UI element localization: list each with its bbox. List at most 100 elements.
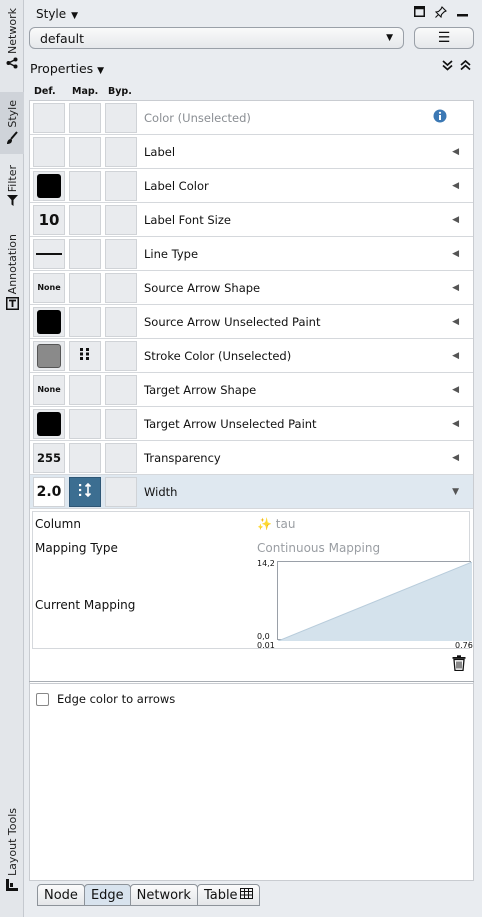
mapping-cell[interactable]: [69, 238, 101, 269]
side-tab-layout-tools[interactable]: Layout Tools: [0, 808, 24, 904]
property-row-target-arrow-paint[interactable]: Target Arrow Unselected Paint ◀: [30, 407, 473, 441]
side-tab-filter[interactable]: Filter: [0, 165, 24, 217]
default-value-cell[interactable]: None: [33, 272, 65, 303]
mapping-cell[interactable]: [69, 374, 101, 405]
edge-color-to-arrows-option[interactable]: Edge color to arrows: [36, 692, 175, 706]
default-value-cell[interactable]: [33, 340, 65, 371]
side-tab-label: Style: [5, 100, 19, 128]
properties-menu[interactable]: Properties ▼: [30, 61, 104, 76]
property-row-source-arrow-paint[interactable]: Source Arrow Unselected Paint ◀: [30, 305, 473, 339]
property-label: Label Font Size: [144, 212, 231, 227]
chevron-left-icon[interactable]: ◀: [452, 351, 459, 361]
chevron-left-icon[interactable]: ◀: [452, 249, 459, 259]
mapping-cell[interactable]: [69, 204, 101, 235]
mapping-cell[interactable]: [69, 170, 101, 201]
float-window-icon[interactable]: [414, 6, 425, 21]
chevron-left-icon[interactable]: ◀: [452, 317, 459, 327]
trash-icon[interactable]: [452, 655, 466, 674]
minimize-icon[interactable]: [457, 6, 468, 21]
expand-all-icon[interactable]: [442, 60, 453, 74]
chevron-down-icon[interactable]: ▼: [452, 487, 459, 497]
bypass-cell[interactable]: [105, 204, 137, 235]
bottom-tabs: Node Edge Network Table: [37, 884, 260, 906]
default-value-cell[interactable]: [33, 102, 65, 133]
chevron-left-icon[interactable]: ◀: [452, 147, 459, 157]
mapping-cell[interactable]: [69, 340, 101, 371]
default-value-cell[interactable]: 255: [33, 442, 65, 473]
info-icon[interactable]: [433, 109, 447, 126]
edge-color-to-arrows-checkbox[interactable]: [36, 692, 49, 706]
options-area: Edge color to arrows: [29, 683, 474, 881]
default-value-cell[interactable]: [33, 170, 65, 201]
bypass-cell[interactable]: [105, 476, 137, 507]
property-row-source-arrow-shape[interactable]: None Source Arrow Shape ◀: [30, 271, 473, 305]
property-row-target-arrow-shape[interactable]: None Target Arrow Shape ◀: [30, 373, 473, 407]
mapping-cell[interactable]: [69, 136, 101, 167]
property-row-transparency[interactable]: 255 Transparency ◀: [30, 441, 473, 475]
default-value-cell[interactable]: [33, 136, 65, 167]
property-label: Source Arrow Unselected Paint: [144, 314, 321, 329]
property-row-color-unselected[interactable]: Color (Unselected): [30, 101, 473, 135]
default-value-cell[interactable]: 10: [33, 204, 65, 235]
bypass-cell[interactable]: [105, 408, 137, 439]
property-row-line-type[interactable]: Line Type ◀: [30, 237, 473, 271]
bypass-cell[interactable]: [105, 136, 137, 167]
style-select[interactable]: default ▼: [29, 27, 404, 49]
chevron-left-icon[interactable]: ◀: [452, 385, 459, 395]
color-swatch: [37, 309, 61, 334]
chevron-left-icon[interactable]: ◀: [452, 453, 459, 463]
panel-title-text: Style: [36, 7, 67, 21]
bypass-cell[interactable]: [105, 272, 137, 303]
tab-table[interactable]: Table: [196, 884, 260, 906]
mapping-cell[interactable]: [69, 442, 101, 473]
mapping-cell[interactable]: [69, 476, 101, 507]
default-value: 10: [38, 210, 60, 229]
bypass-cell[interactable]: [105, 102, 137, 133]
property-row-stroke-color[interactable]: Stroke Color (Unselected) ◀: [30, 339, 473, 373]
column-select[interactable]: ✨ tau: [257, 517, 295, 531]
chevron-left-icon[interactable]: ◀: [452, 283, 459, 293]
bypass-cell[interactable]: [105, 170, 137, 201]
chevron-left-icon[interactable]: ◀: [452, 419, 459, 429]
brush-icon: [6, 130, 18, 148]
mapping-cell[interactable]: [69, 102, 101, 133]
side-tab-annotation[interactable]: Annotation: [0, 234, 24, 318]
tab-node[interactable]: Node: [37, 884, 85, 906]
bypass-cell[interactable]: [105, 238, 137, 269]
chevron-left-icon[interactable]: ◀: [452, 181, 459, 191]
pin-icon[interactable]: [434, 6, 447, 21]
default-value-cell[interactable]: 2.0: [33, 476, 65, 507]
default-value-cell[interactable]: [33, 408, 65, 439]
default-value-cell[interactable]: None: [33, 374, 65, 405]
column-value: tau: [275, 517, 296, 531]
panel-title[interactable]: Style ▼: [36, 7, 78, 21]
property-row-width[interactable]: 2.0 Width ▼: [30, 475, 473, 509]
chevron-left-icon[interactable]: ◀: [452, 215, 459, 225]
continuous-mapping-chart[interactable]: [277, 561, 473, 642]
mapping-cell[interactable]: [69, 408, 101, 439]
side-tab-style[interactable]: Style: [0, 92, 24, 154]
chevron-down-icon: ▼: [386, 33, 393, 43]
tab-network[interactable]: Network: [129, 884, 198, 906]
mapping-type-select[interactable]: Continuous Mapping: [257, 541, 380, 555]
default-value-cell[interactable]: [33, 306, 65, 337]
mapping-type-label: Mapping Type: [35, 541, 118, 555]
mapping-cell[interactable]: [69, 306, 101, 337]
mapping-cell[interactable]: [69, 272, 101, 303]
property-row-label-color[interactable]: Label Color ◀: [30, 169, 473, 203]
property-row-label-font-size[interactable]: 10 Label Font Size ◀: [30, 203, 473, 237]
collapse-all-icon[interactable]: [460, 59, 471, 74]
bypass-cell[interactable]: [105, 340, 137, 371]
table-icon: [239, 887, 253, 903]
chart-y-min: 0,0: [257, 632, 270, 641]
default-value-cell[interactable]: [33, 238, 65, 269]
bypass-cell[interactable]: [105, 442, 137, 473]
side-tab-network[interactable]: Network: [0, 8, 24, 84]
property-row-label[interactable]: Label ◀: [30, 135, 473, 169]
layout-icon: [6, 879, 18, 894]
bypass-cell[interactable]: [105, 374, 137, 405]
tab-edge[interactable]: Edge: [83, 884, 131, 906]
style-menu-button[interactable]: ☰: [414, 27, 474, 49]
property-label: Stroke Color (Unselected): [144, 348, 292, 363]
bypass-cell[interactable]: [105, 306, 137, 337]
